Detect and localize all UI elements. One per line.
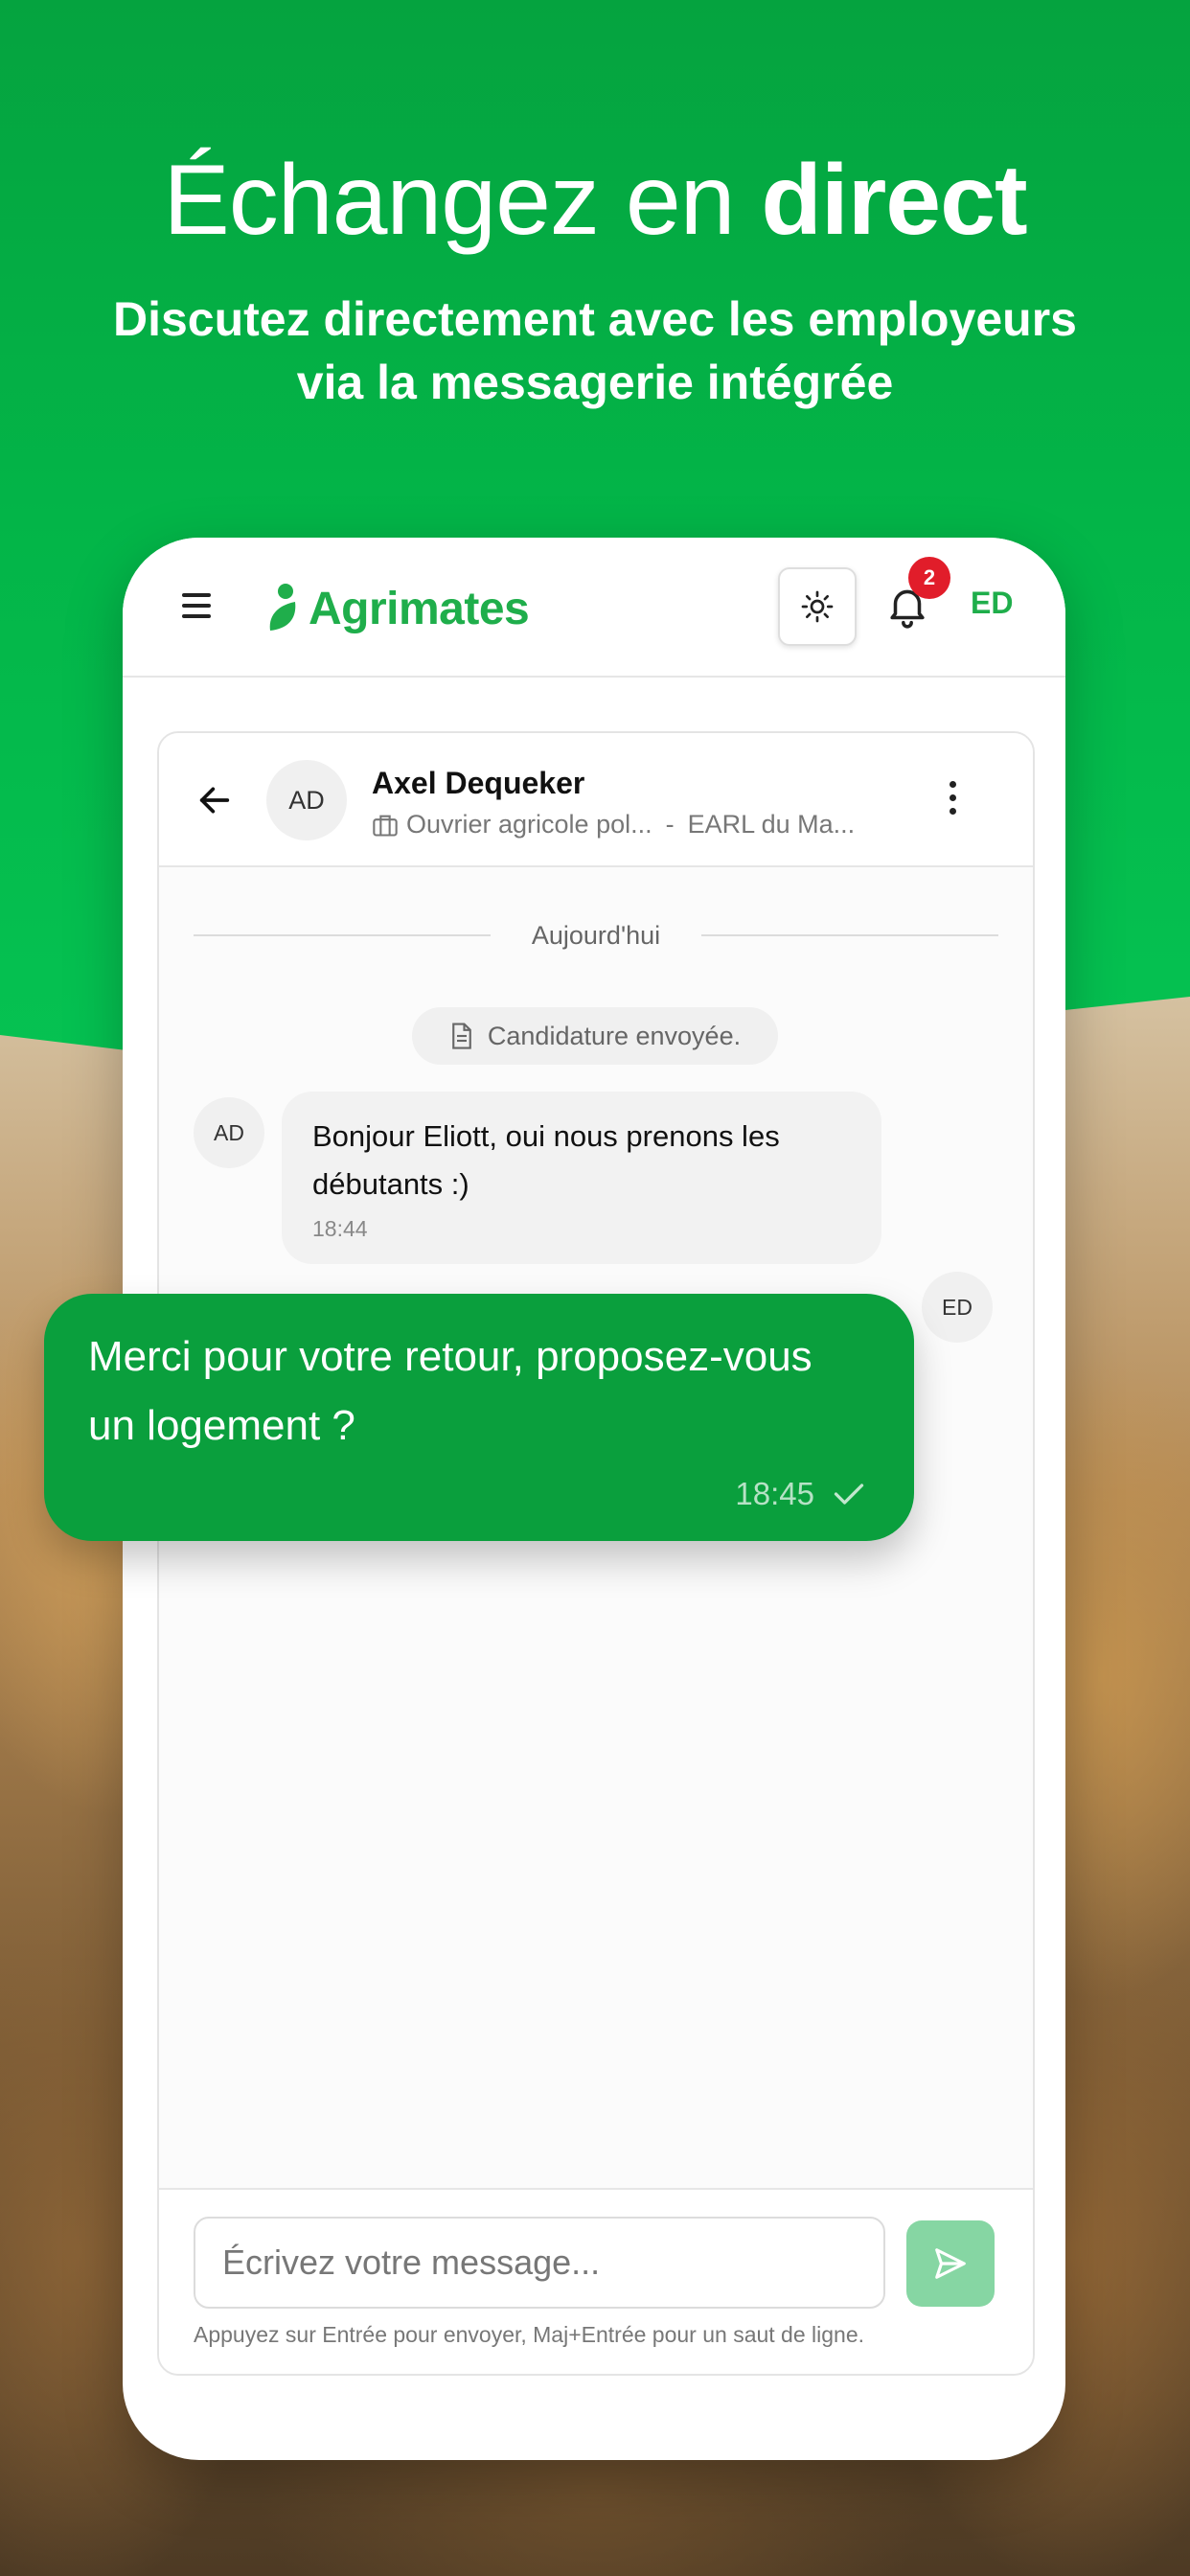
composer: Appuyez sur Entrée pour envoyer, Maj+Ent…: [159, 2188, 1033, 2374]
message-meta: 18:45: [735, 1476, 866, 1512]
message-time: 18:44: [312, 1216, 368, 1241]
agrimates-logo-icon: [269, 584, 296, 631]
message-text: Bonjour Eliott, oui nous prenons les déb…: [312, 1119, 780, 1201]
composer-hint: Appuyez sur Entrée pour envoyer, Maj+Ent…: [194, 2322, 865, 2347]
hero-subtitle: Discutez directement avec les employeurs…: [112, 292, 1077, 409]
message-input[interactable]: [194, 2217, 885, 2309]
document-icon: [452, 1023, 471, 1049]
briefcase-icon: [373, 815, 398, 837]
message-time: 18:45: [735, 1476, 814, 1511]
user-avatar[interactable]: ED: [971, 586, 1013, 621]
app-header: Agrimates 2 ED: [123, 538, 1065, 678]
brand-name: Agrimates: [309, 583, 530, 634]
chat-header: AD Axel Dequeker Ouvrier agricole pol...…: [159, 733, 1033, 867]
brand-logo[interactable]: Agrimates: [266, 580, 530, 637]
day-label: Aujourd'hui: [531, 921, 661, 950]
send-icon: [935, 2248, 966, 2279]
chat-panel: AD Axel Dequeker Ouvrier agricole pol...…: [157, 731, 1035, 2376]
message-avatar: ED: [922, 1272, 993, 1343]
send-button[interactable]: [906, 2220, 995, 2307]
theme-toggle-button[interactable]: [778, 567, 857, 646]
job-title: Ouvrier agricole pol...: [406, 810, 652, 839]
system-message: Candidature envoyée.: [412, 1007, 778, 1065]
company-name: EARL du Ma...: [687, 810, 856, 839]
separator: -: [665, 810, 675, 839]
day-divider: Aujourd'hui: [194, 921, 998, 950]
sun-icon: [801, 590, 834, 623]
check-icon: [834, 1484, 864, 1505]
menu-icon[interactable]: [182, 593, 211, 618]
notification-badge: 2: [908, 557, 950, 599]
message-avatar: AD: [194, 1097, 264, 1168]
contact-job-info: Ouvrier agricole pol... - EARL du Ma...: [372, 810, 855, 840]
message-text: Merci pour votre retour, proposez-vous u…: [88, 1333, 812, 1449]
more-options-icon[interactable]: [947, 781, 958, 819]
system-message-text: Candidature envoyée.: [487, 1021, 742, 1050]
contact-name: Axel Dequeker: [372, 766, 585, 800]
received-message: Bonjour Eliott, oui nous prenons les déb…: [282, 1092, 881, 1264]
contact-avatar: AD: [266, 760, 347, 840]
hero-title: Échangez en direct: [163, 145, 1027, 256]
back-arrow-icon[interactable]: [195, 781, 234, 819]
sent-message: Merci pour votre retour, proposez-vous u…: [44, 1294, 914, 1541]
